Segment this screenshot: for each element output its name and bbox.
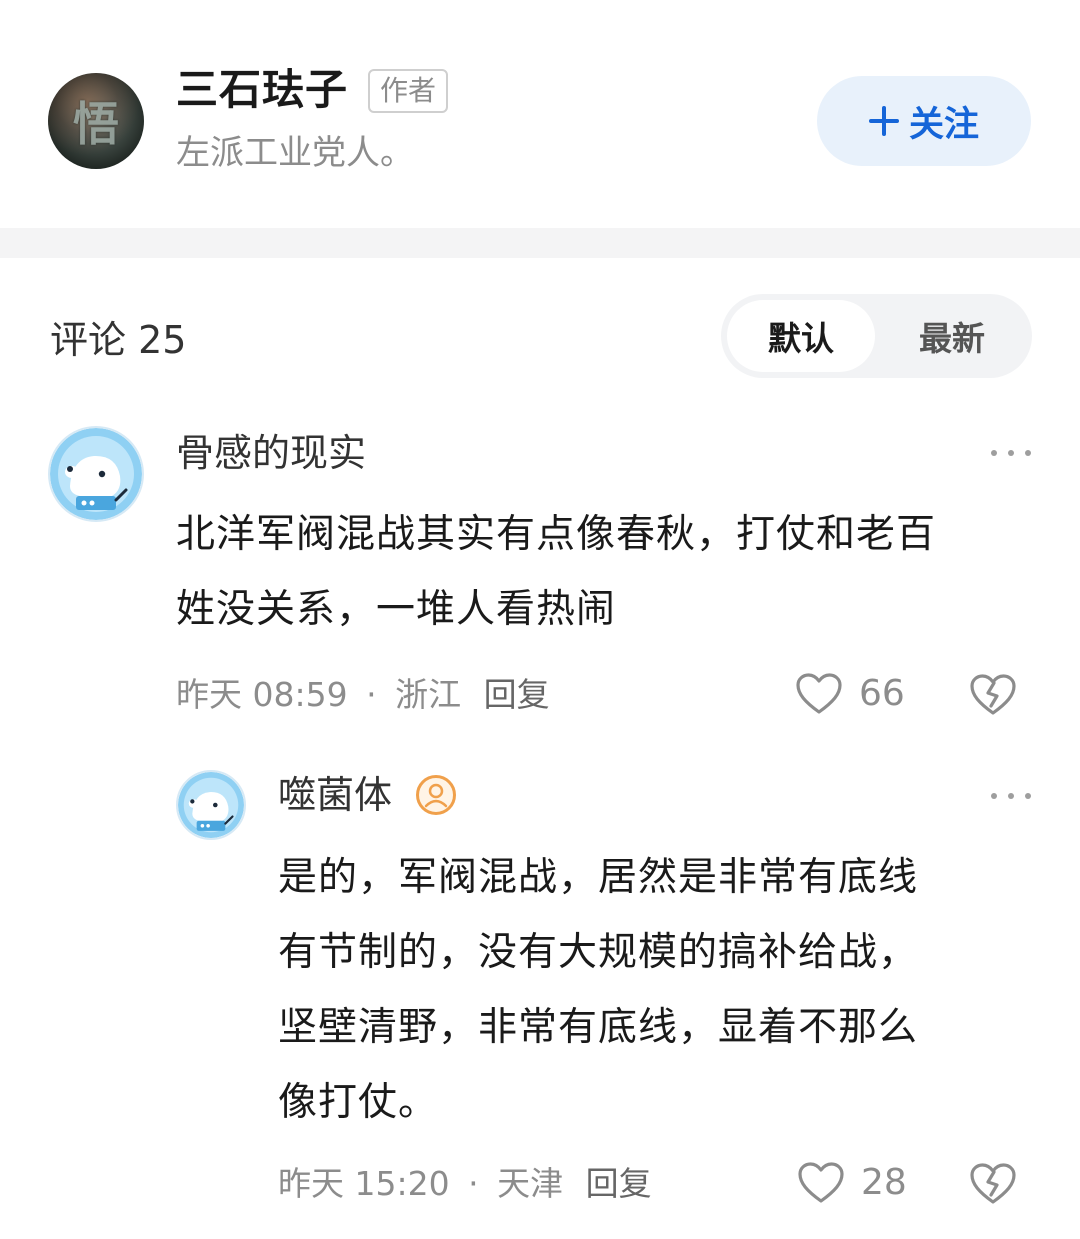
like-count: 28 — [861, 1162, 907, 1203]
reply-button[interactable]: 回复 — [484, 675, 550, 714]
follow-label: 关注 — [908, 104, 979, 145]
meta-separator: · — [366, 675, 377, 714]
comment-line: 姓没关系，一堆人看热闹 — [176, 587, 617, 632]
like-button[interactable]: 66 — [795, 672, 905, 716]
comment-meta: 昨天 08:59 · 浙江 回复 — [176, 673, 550, 717]
reply-line: 像打仗。 — [278, 1080, 439, 1125]
commenter-name[interactable]: 骨感的现实 — [176, 428, 366, 478]
more-icon[interactable] — [991, 790, 1031, 802]
avatar-glyph: 悟 — [73, 97, 119, 151]
sort-default-tab[interactable]: 默认 — [727, 300, 875, 372]
comment-location: 浙江 — [395, 675, 462, 714]
author-bio: 左派工业党人。 — [176, 133, 414, 173]
section-divider — [0, 228, 1080, 258]
more-dot — [991, 450, 997, 456]
author-badge: 作者 — [368, 69, 449, 113]
heart-icon — [796, 673, 842, 714]
reply-line: 是的，军阀混战，居然是非常有底线 — [278, 855, 919, 900]
broken-heart-icon[interactable] — [969, 672, 1017, 718]
heart-icon — [798, 1162, 844, 1203]
comment-time: 昨天 08:59 — [176, 675, 348, 714]
reply-text: 是的，军阀混战，居然是非常有底线 有节制的，没有大规模的搞补给战， 坚壁清野，非… — [278, 840, 918, 1140]
reply-time: 昨天 15:20 — [278, 1164, 450, 1203]
replier-name[interactable]: 噬菌体 — [278, 770, 392, 820]
meta-separator: · — [468, 1164, 479, 1203]
replier-avatar[interactable] — [176, 770, 246, 840]
sort-latest-tab[interactable]: 最新 — [878, 300, 1026, 372]
like-button[interactable]: 28 — [797, 1161, 907, 1205]
reply-meta: 昨天 15:20 · 天津 回复 — [278, 1162, 652, 1206]
person-icon — [424, 783, 448, 808]
cartoon-dog-avatar-icon — [50, 428, 142, 520]
like-count: 66 — [859, 673, 905, 714]
sort-toggle: 默认 最新 — [721, 294, 1032, 378]
reply-line: 坚壁清野，非常有底线，显着不那么 — [278, 1005, 919, 1050]
reply-button[interactable]: 回复 — [586, 1164, 652, 1203]
comment-line: 北洋军阀混战其实有点像春秋，打仗和老百 — [176, 512, 937, 557]
plus-icon — [868, 106, 899, 136]
author-name[interactable]: 三石珐子 — [176, 64, 348, 116]
more-icon[interactable] — [991, 447, 1031, 459]
comments-title: 评论 25 — [50, 318, 187, 362]
more-dot — [1008, 793, 1014, 799]
more-dot — [1008, 450, 1014, 456]
more-dot — [1025, 450, 1031, 456]
comment-text: 北洋军阀混战其实有点像春秋，打仗和老百 姓没关系，一堆人看热闹 — [176, 497, 936, 647]
more-dot — [991, 793, 997, 799]
more-dot — [1025, 793, 1031, 799]
author-avatar[interactable]: 悟 — [48, 73, 144, 169]
follow-button[interactable]: 关注 — [817, 76, 1031, 166]
commenter-avatar[interactable] — [48, 426, 144, 522]
reply-line: 有节制的，没有大规模的搞补给战， — [278, 930, 919, 975]
reply-location: 天津 — [497, 1164, 564, 1203]
comment-page: 悟 三石珐子 作者 左派工业党人。 关注 评论 25 默认 最新 骨感的现实 北… — [0, 0, 1080, 1239]
cartoon-dog-avatar-icon — [178, 772, 244, 838]
user-badge-icon — [416, 775, 456, 815]
broken-heart-icon[interactable] — [969, 1161, 1017, 1207]
